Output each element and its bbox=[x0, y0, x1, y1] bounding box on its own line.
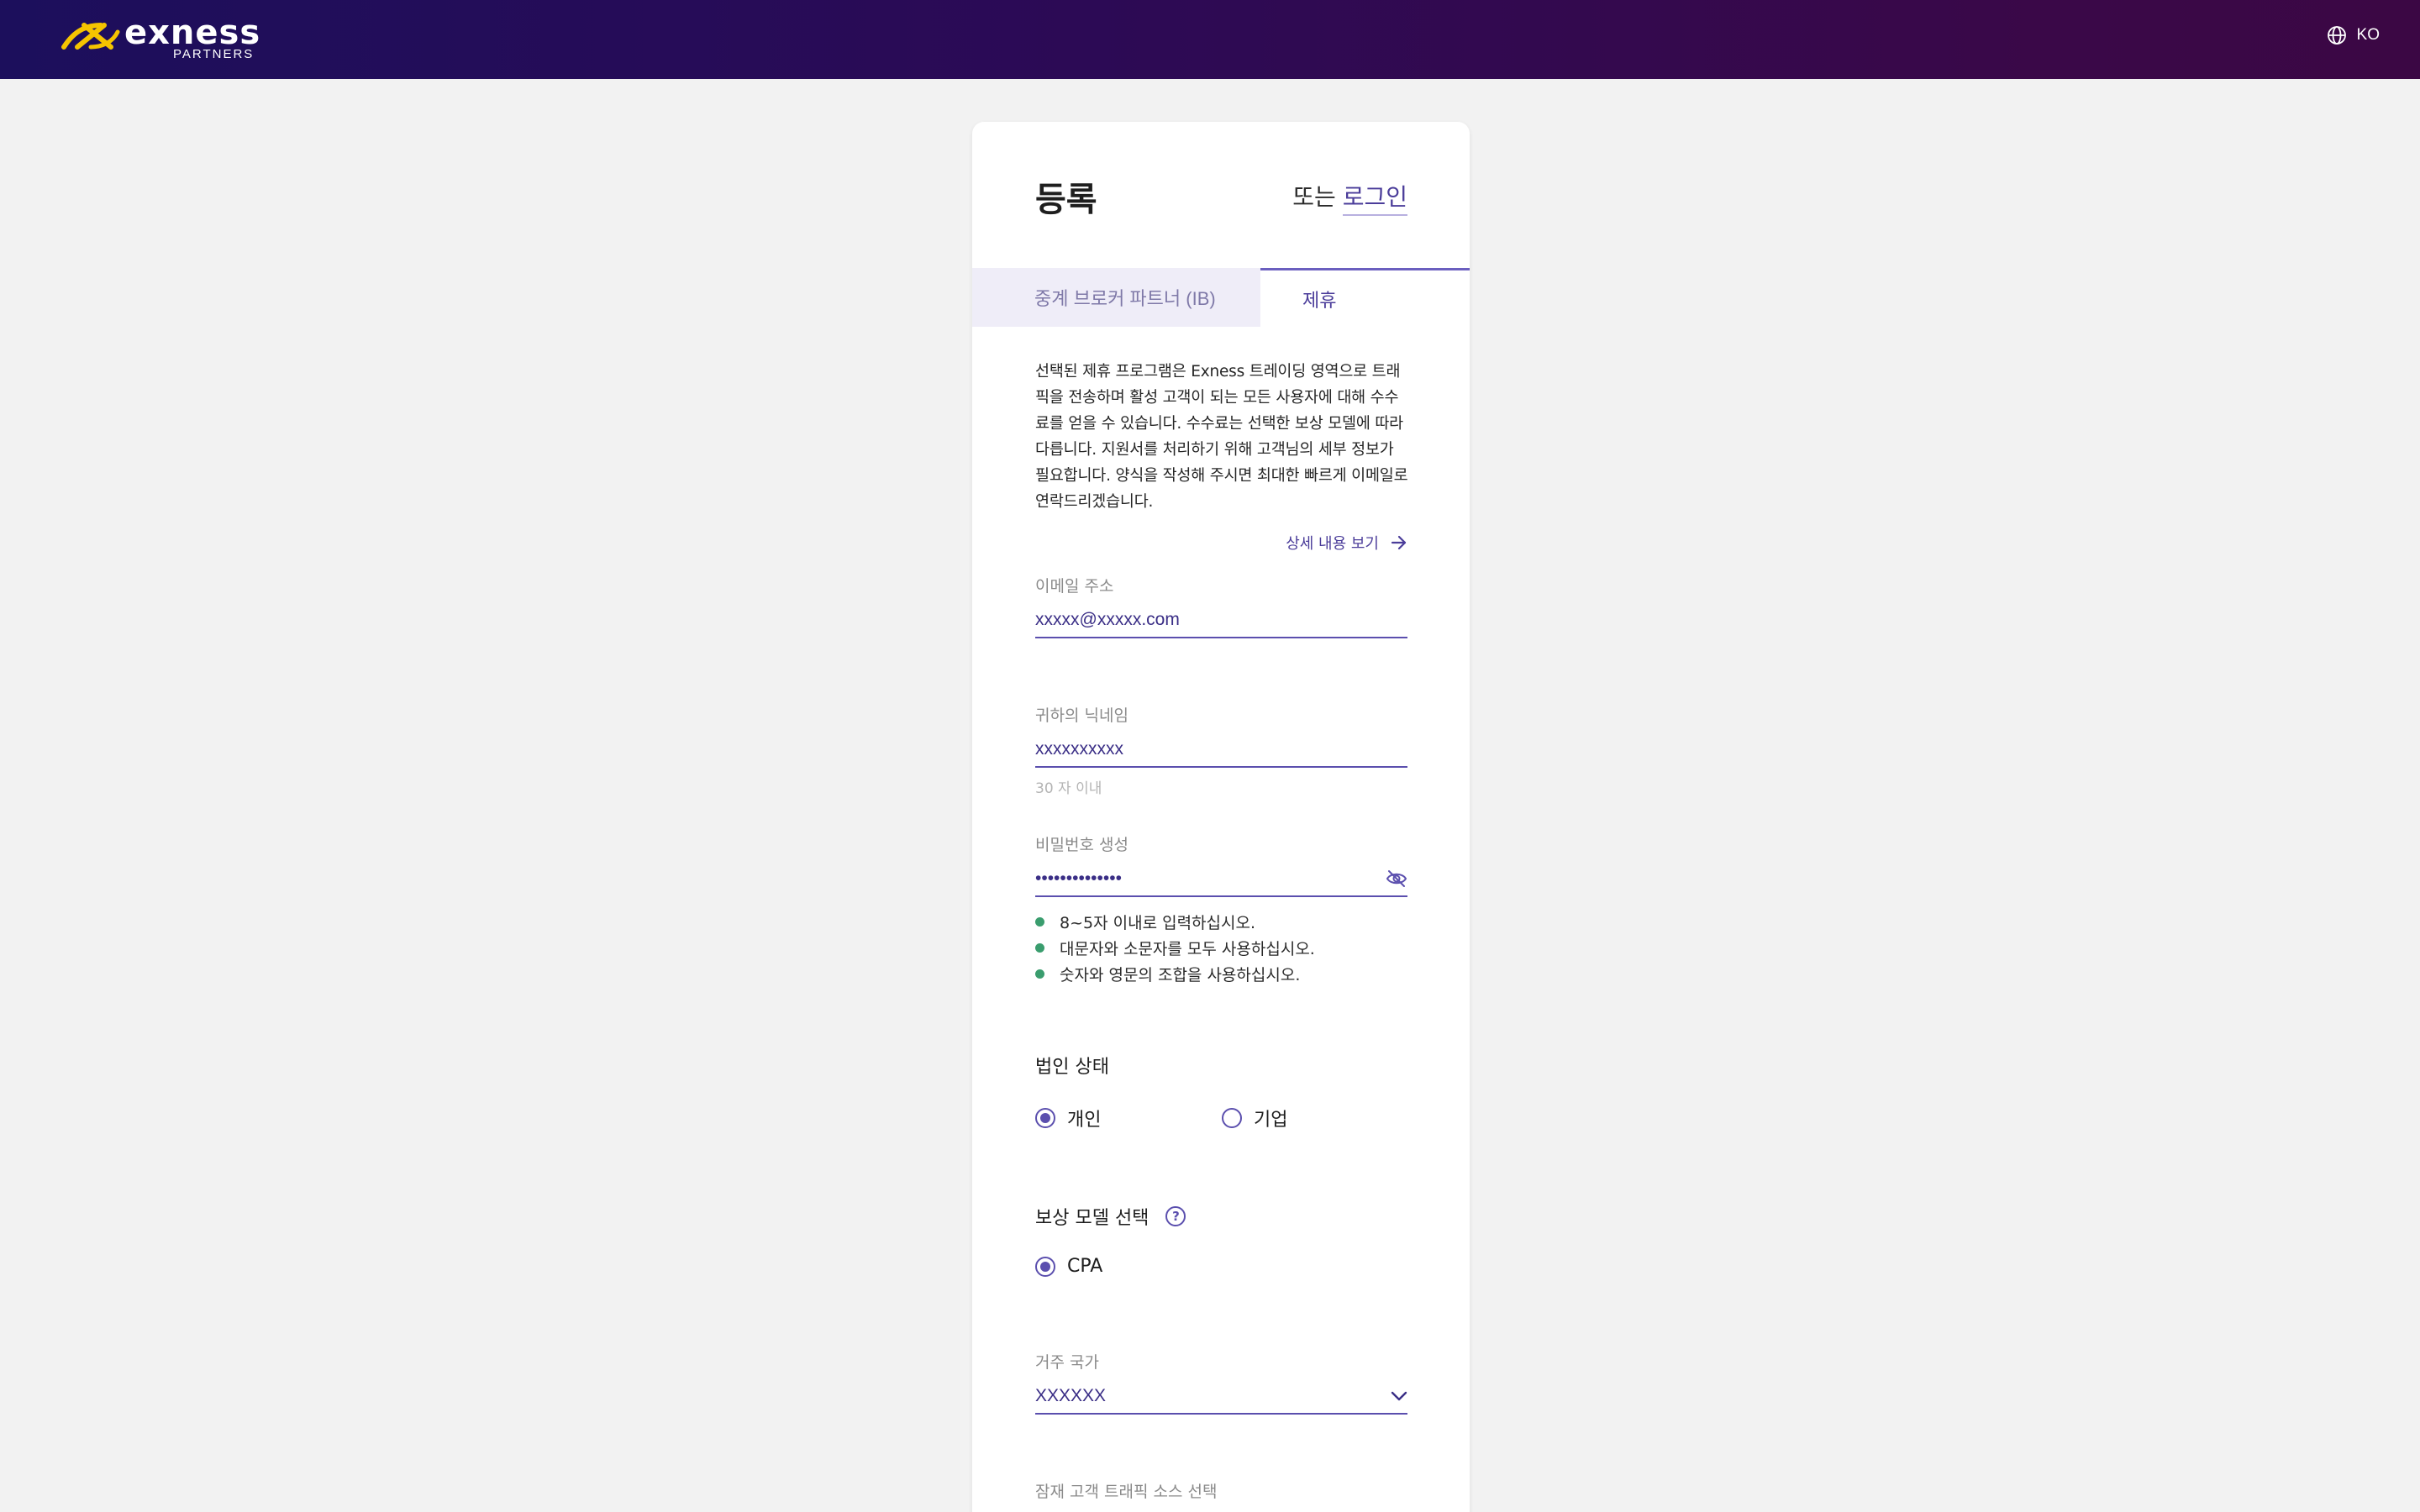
country-value: XXXXXX bbox=[1035, 1386, 1107, 1405]
email-field: 이메일 주소 xxxxx@xxxxx.com bbox=[1035, 574, 1407, 638]
login-link[interactable]: 로그인 bbox=[1342, 179, 1407, 216]
traffic-source-label: 잠재 고객 트래픽 소스 선택 bbox=[1035, 1483, 1218, 1501]
password-label: 비밀번호 생성 bbox=[1035, 836, 1128, 854]
rule-status-dot bbox=[1035, 943, 1044, 953]
nickname-field: 귀하의 닉네임 xxxxxxxxxx 30 자 이내 bbox=[1035, 703, 1407, 797]
login-prompt: 또는 로그인 bbox=[1292, 179, 1407, 216]
more-details-label: 상세 내용 보기 bbox=[1286, 535, 1379, 553]
more-details-link[interactable]: 상세 내용 보기 bbox=[1286, 532, 1407, 554]
country-field: 거주 국가 XXXXXX bbox=[1035, 1350, 1407, 1415]
rule-status-dot bbox=[1035, 969, 1044, 979]
tab-ib[interactable]: 중계 브로커 파트너 (IB) bbox=[972, 268, 1260, 327]
radio-label: 개인 bbox=[1067, 1110, 1102, 1131]
program-description: 선택된 제휴 프로그램은 Exness 트레이딩 영역으로 트래픽을 전송하며 … bbox=[1035, 363, 1408, 511]
radio-individual[interactable]: 개인 bbox=[1035, 1105, 1222, 1131]
password-rule: 8~5자 이내로 입력하십시오. bbox=[1035, 909, 1407, 935]
radio-label: CPA bbox=[1067, 1256, 1103, 1277]
chevron-down-icon bbox=[1391, 1391, 1407, 1401]
legal-status-title: 법인 상태 bbox=[1035, 1052, 1109, 1079]
email-value: xxxxx@xxxxx.com bbox=[1035, 610, 1180, 629]
page-title: 등록 bbox=[1035, 181, 1097, 219]
radio-company[interactable]: 기업 bbox=[1222, 1105, 1287, 1131]
brand-subtitle: PARTNERS bbox=[173, 47, 255, 61]
password-value: •••••••••••••• bbox=[1035, 869, 1122, 888]
legal-status-label: 법인 상태 bbox=[1035, 1057, 1109, 1078]
globe-icon bbox=[2327, 26, 2346, 45]
email-label: 이메일 주소 bbox=[1035, 577, 1114, 596]
eye-off-icon[interactable] bbox=[1386, 869, 1407, 888]
password-rules: 8~5자 이내로 입력하십시오. 대문자와 소문자를 모두 사용하십시오. 숫자… bbox=[1035, 909, 1407, 987]
rule-text: 숫자와 영문의 조합을 사용하십시오. bbox=[1060, 966, 1301, 984]
legal-status-options: 개인 기업 bbox=[1035, 1105, 1287, 1131]
password-input[interactable]: •••••••••••••• bbox=[1035, 867, 1407, 897]
radio-cpa[interactable]: CPA bbox=[1035, 1256, 1102, 1277]
country-select[interactable]: XXXXXX bbox=[1035, 1384, 1407, 1415]
language-selector[interactable]: KO bbox=[2327, 25, 2380, 45]
help-icon[interactable]: ? bbox=[1165, 1206, 1186, 1226]
registration-card: 등록 또는 로그인 중계 브로커 파트너 (IB) 제휴 선택된 제휴 프로그램… bbox=[972, 122, 1470, 1512]
exness-logo-icon bbox=[61, 23, 120, 50]
reward-model-title: 보상 모델 선택 ? bbox=[1035, 1203, 1186, 1230]
rule-text: 대문자와 소문자를 모두 사용하십시오. bbox=[1060, 940, 1315, 958]
traffic-source-field: 잠재 고객 트래픽 소스 선택 bbox=[1035, 1479, 1407, 1502]
language-code: KO bbox=[2356, 26, 2380, 44]
rule-status-dot bbox=[1035, 917, 1044, 927]
reward-model-label: 보상 모델 선택 bbox=[1035, 1208, 1150, 1229]
reward-model-options: CPA bbox=[1035, 1256, 1102, 1277]
radio-button[interactable] bbox=[1035, 1256, 1055, 1277]
password-rule: 숫자와 영문의 조합을 사용하십시오. bbox=[1035, 961, 1407, 987]
nickname-hint: 30 자 이내 bbox=[1035, 780, 1102, 797]
top-bar: exness PARTNERS KO bbox=[0, 0, 2420, 79]
nickname-label: 귀하의 닉네임 bbox=[1035, 706, 1128, 725]
or-text: 또는 bbox=[1292, 183, 1336, 211]
email-input[interactable]: xxxxx@xxxxx.com bbox=[1035, 608, 1407, 638]
nickname-value: xxxxxxxxxx bbox=[1035, 739, 1123, 759]
nickname-input[interactable]: xxxxxxxxxx bbox=[1035, 738, 1407, 768]
password-rule: 대문자와 소문자를 모두 사용하십시오. bbox=[1035, 935, 1407, 961]
exness-logo[interactable]: exness PARTNERS bbox=[60, 13, 279, 62]
arrow-right-icon bbox=[1391, 535, 1407, 550]
rule-text: 8~5자 이내로 입력하십시오. bbox=[1060, 914, 1256, 932]
tab-affiliate[interactable]: 제휴 bbox=[1260, 268, 1470, 327]
radio-button[interactable] bbox=[1222, 1108, 1242, 1128]
password-field: 비밀번호 생성 •••••••••••••• bbox=[1035, 832, 1407, 897]
radio-button[interactable] bbox=[1035, 1108, 1055, 1128]
partner-type-tabs: 중계 브로커 파트너 (IB) 제휴 bbox=[972, 268, 1470, 327]
country-label: 거주 국가 bbox=[1035, 1353, 1099, 1372]
radio-label: 기업 bbox=[1254, 1110, 1288, 1131]
